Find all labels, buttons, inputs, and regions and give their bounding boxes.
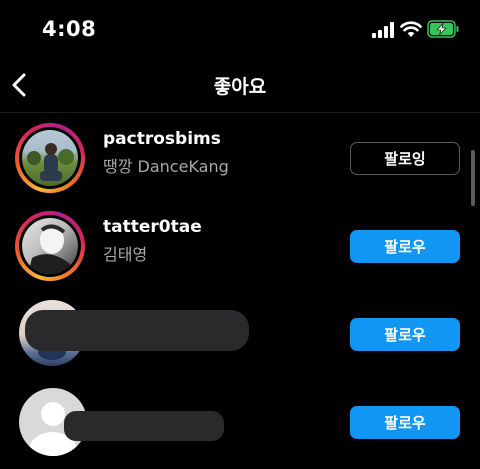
cellular-signal-icon xyxy=(372,22,394,38)
redaction-block xyxy=(64,411,224,441)
avatar xyxy=(22,218,78,274)
follow-button[interactable]: 팔로우 xyxy=(350,406,460,439)
full-name: 김태영 xyxy=(103,245,148,264)
user-row[interactable]: pactrosbims 땡깡 DanceKang 팔로잉 xyxy=(0,113,470,201)
scrollbar[interactable] xyxy=(471,150,475,206)
avatar xyxy=(22,130,78,186)
user-row[interactable]: 팔로우 xyxy=(0,289,470,377)
following-button[interactable]: 팔로잉 xyxy=(350,142,460,175)
redaction-block xyxy=(25,310,249,351)
username[interactable]: pactrosbims xyxy=(103,129,221,149)
status-bar: 4:08 xyxy=(0,0,480,60)
page-title: 좋아요 xyxy=(213,76,267,98)
follow-button[interactable]: 팔로우 xyxy=(350,318,460,351)
battery-charging-icon xyxy=(427,20,459,38)
user-row[interactable]: 팔로우 xyxy=(0,377,470,465)
wifi-icon xyxy=(400,21,422,37)
status-time: 4:08 xyxy=(42,17,97,41)
follow-button[interactable]: 팔로우 xyxy=(350,230,460,263)
story-ring-avatar[interactable] xyxy=(15,123,85,193)
header-bar: 좋아요 xyxy=(0,60,480,113)
user-row[interactable]: tatter0tae 김태영 팔로우 xyxy=(0,201,470,289)
story-ring-avatar[interactable] xyxy=(15,211,85,281)
username[interactable]: tatter0tae xyxy=(103,217,202,237)
full-name: 땡깡 DanceKang xyxy=(103,157,229,176)
